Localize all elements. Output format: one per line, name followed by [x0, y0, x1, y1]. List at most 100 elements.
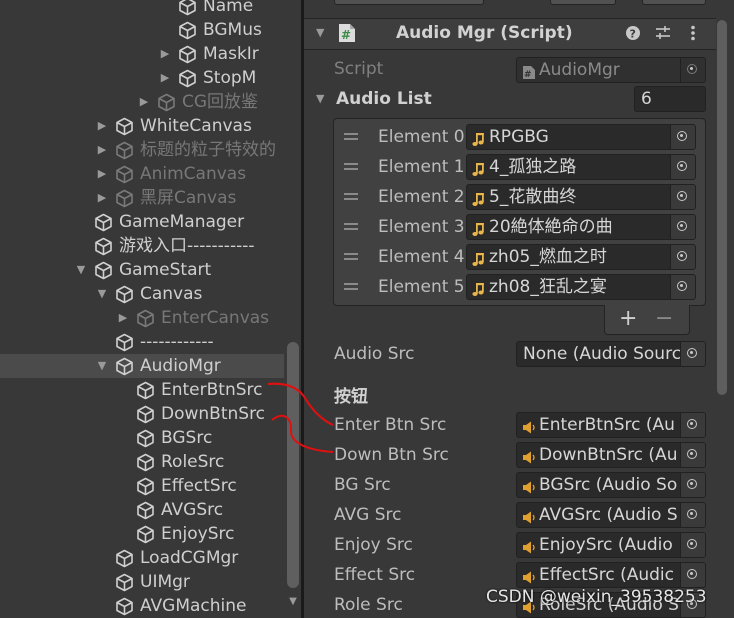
source-label: Down Btn Src [334, 445, 449, 465]
object-picker-icon[interactable] [670, 275, 695, 299]
hierarchy-item[interactable]: ▶ 标题的粒子特效的 [0, 138, 284, 162]
audio-clip-field[interactable]: zh08_狂乱之宴 [466, 274, 696, 300]
add-element-button[interactable]: + [619, 306, 637, 331]
audio-src-field[interactable]: None (Audio Sourc [516, 341, 706, 367]
hierarchy-item[interactable]: Name [0, 0, 284, 18]
tree-collapsed-arrow-icon[interactable]: ▶ [95, 162, 109, 186]
hierarchy-item-label: RoleSrc [161, 452, 225, 472]
hierarchy-item-label: UIMgr [140, 572, 190, 592]
top-button-b[interactable] [550, 0, 616, 5]
tree-collapsed-arrow-icon[interactable]: ▶ [158, 66, 172, 90]
tree-expanded-arrow-icon[interactable]: ▼ [95, 282, 109, 306]
object-picker-icon[interactable] [680, 473, 705, 497]
hierarchy-item[interactable]: ▶ 黑屏Canvas [0, 186, 284, 210]
preset-sliders-icon[interactable] [654, 24, 672, 42]
audio-source-field[interactable]: EnjoySrc (Audio [516, 532, 706, 558]
hierarchy-item[interactable]: ▼ GameStart [0, 258, 284, 282]
hierarchy-item-label: EffectSrc [161, 476, 237, 496]
top-button-a[interactable] [334, 0, 484, 5]
drag-handle-icon[interactable] [344, 253, 358, 261]
object-picker-icon[interactable] [670, 125, 695, 149]
hierarchy-item[interactable]: EnjoySrc [0, 522, 284, 546]
audio-source-field[interactable]: DownBtnSrc (Au [516, 442, 706, 468]
hierarchy-item[interactable]: DownBtnSrc [0, 402, 284, 426]
hierarchy-item-label: EnterBtnSrc [161, 380, 263, 400]
hierarchy-item[interactable]: ▶ MaskIr [0, 42, 284, 66]
audio-source-field[interactable]: EffectSrc (Audic [516, 562, 706, 588]
hierarchy-item[interactable]: ▶ CG回放鉴 [0, 90, 284, 114]
hierarchy-item[interactable]: UIMgr [0, 570, 284, 594]
script-file-icon: # [522, 63, 536, 80]
hierarchy-item[interactable]: BGSrc [0, 426, 284, 450]
hierarchy-item[interactable]: EffectSrc [0, 474, 284, 498]
tree-expanded-arrow-icon[interactable]: ▼ [95, 354, 109, 378]
hierarchy-item-label: WhiteCanvas [140, 116, 252, 136]
hierarchy-item[interactable]: GameManager [0, 210, 284, 234]
inspector-scrollbar-thumb[interactable] [717, 20, 727, 395]
audio-list-foldout-icon[interactable]: ▼ [316, 92, 324, 105]
tree-collapsed-arrow-icon[interactable]: ▶ [116, 306, 130, 330]
hierarchy-item[interactable]: ▼ AudioMgr [0, 354, 284, 378]
hierarchy-item[interactable]: EnterBtnSrc [0, 378, 284, 402]
scroll-down-arrow-icon[interactable]: ▼ [287, 596, 299, 607]
hierarchy-item[interactable]: 游戏入口----------- [0, 234, 284, 258]
object-picker-icon[interactable] [670, 155, 695, 179]
element-label: Element 2 [378, 187, 465, 207]
object-picker-icon[interactable] [670, 215, 695, 239]
hierarchy-item[interactable]: ▶ EnterCanvas [0, 306, 284, 330]
audio-source-value: EnjoySrc (Audio [539, 535, 673, 555]
audio-list-size-field[interactable]: 6 [634, 86, 706, 112]
object-picker-icon[interactable] [680, 503, 705, 527]
hierarchy-item[interactable]: ▶ StopM [0, 66, 284, 90]
object-picker-icon[interactable] [680, 342, 705, 366]
hierarchy-item[interactable]: ▶ WhiteCanvas [0, 114, 284, 138]
hierarchy-item[interactable]: ▼ Canvas [0, 282, 284, 306]
hierarchy-item[interactable]: ------------ [0, 330, 284, 354]
foldout-arrow-icon[interactable]: ▼ [316, 26, 324, 39]
help-icon[interactable]: ? [624, 24, 642, 42]
drag-handle-icon[interactable] [344, 283, 358, 291]
hierarchy-item-label: AVGMachine [140, 596, 247, 616]
audio-clip-field[interactable]: 20絶体絶命の曲 [466, 214, 696, 240]
kebab-menu-icon[interactable] [684, 24, 702, 42]
hierarchy-item[interactable]: RoleSrc [0, 450, 284, 474]
object-picker-icon[interactable] [670, 185, 695, 209]
hierarchy-item-label: Name [203, 0, 254, 16]
tree-collapsed-arrow-icon[interactable]: ▶ [158, 42, 172, 66]
hierarchy-item[interactable]: ▶ AnimCanvas [0, 162, 284, 186]
gameobject-cube-icon [115, 117, 134, 136]
object-picker-icon[interactable] [680, 533, 705, 557]
hierarchy-item[interactable]: AVGSrc [0, 498, 284, 522]
gameobject-cube-icon [136, 525, 155, 544]
script-label: Script [334, 59, 384, 79]
audio-source-field[interactable]: EnterBtnSrc (Au [516, 412, 706, 438]
drag-handle-icon[interactable] [344, 163, 358, 171]
object-picker-icon[interactable] [680, 443, 705, 467]
hierarchy-item[interactable]: AVGMachine [0, 594, 284, 618]
audio-source-field[interactable]: BGSrc (Audio So [516, 472, 706, 498]
audio-clip-field[interactable]: 4_孤独之路 [466, 154, 696, 180]
audio-list-label[interactable]: Audio List [336, 87, 432, 111]
tree-collapsed-arrow-icon[interactable]: ▶ [95, 138, 109, 162]
tree-collapsed-arrow-icon[interactable]: ▶ [137, 90, 151, 114]
hierarchy-item[interactable]: LoadCGMgr [0, 546, 284, 570]
object-picker-icon[interactable] [680, 563, 705, 587]
audio-clip-field[interactable]: 5_花散曲终 [466, 184, 696, 210]
tree-expanded-arrow-icon[interactable]: ▼ [74, 258, 88, 282]
object-picker-icon[interactable] [680, 413, 705, 437]
hierarchy-scrollbar-thumb[interactable] [287, 342, 299, 588]
audio-clip-field[interactable]: zh05_燃血之时 [466, 244, 696, 270]
audio-clip-field[interactable]: RPGBG [466, 124, 696, 150]
component-header[interactable]: ▼ # Audio Mgr (Script) ? [304, 18, 718, 50]
tree-collapsed-arrow-icon[interactable]: ▶ [95, 114, 109, 138]
drag-handle-icon[interactable] [344, 223, 358, 231]
audio-source-field[interactable]: AVGSrc (Audio S [516, 502, 706, 528]
tree-collapsed-arrow-icon[interactable]: ▶ [95, 186, 109, 210]
hierarchy-item[interactable]: BGMus [0, 18, 284, 42]
hierarchy-item-label: AVGSrc [161, 500, 224, 520]
drag-handle-icon[interactable] [344, 193, 358, 201]
drag-handle-icon[interactable] [344, 133, 358, 141]
remove-element-button[interactable]: − [655, 306, 673, 331]
object-picker-icon[interactable] [670, 245, 695, 269]
top-button-c[interactable] [642, 0, 706, 5]
